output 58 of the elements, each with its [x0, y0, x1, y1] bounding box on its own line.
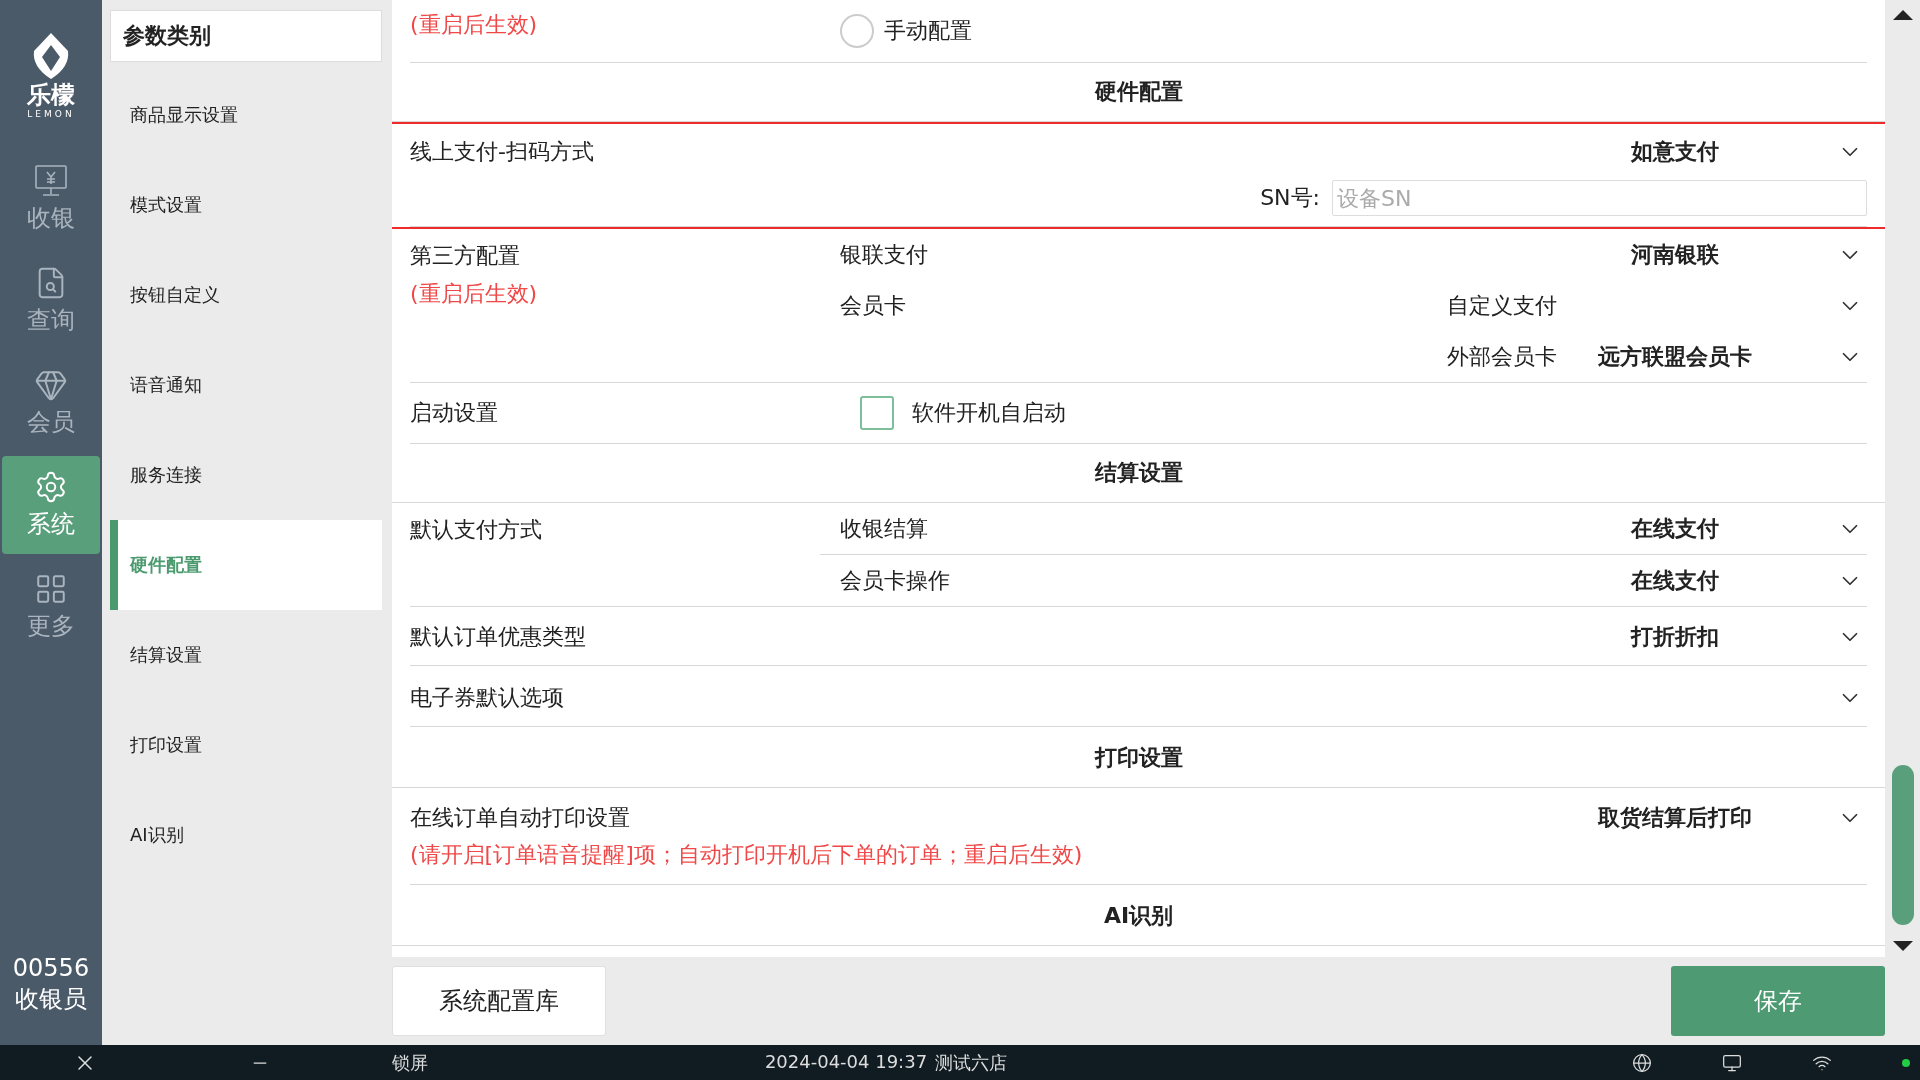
settings-icon: [34, 470, 68, 504]
option-label: 自定义支付: [1447, 291, 1557, 320]
lock-screen-button[interactable]: 锁屏: [392, 1050, 428, 1075]
sub-setting-label: 会员卡操作: [840, 566, 950, 595]
store-name: 测试六店: [935, 1050, 1008, 1075]
grid-icon: [34, 572, 68, 606]
radio-label: 手动配置: [884, 17, 972, 45]
date-time: 2024-04-04 19:37: [764, 1050, 928, 1074]
setting-label: 电子券默认选项: [410, 684, 565, 712]
logo-text: 乐檬: [27, 83, 75, 107]
setting-label: 默认支付方式: [410, 516, 543, 544]
radio-button[interactable]: [840, 14, 874, 48]
sub-setting-label: 收银结算: [840, 514, 928, 543]
scrollbar-thumb[interactable]: [1891, 765, 1914, 925]
category-item[interactable]: 语音通知: [110, 340, 382, 430]
category-item[interactable]: 模式设置: [110, 160, 382, 250]
section-header: 硬件配置: [1094, 78, 1183, 106]
setting-label: 在线订单自动打印设置: [410, 804, 631, 832]
category-item[interactable]: 服务连接: [110, 430, 382, 520]
restart-note: (重启后生效): [410, 280, 539, 308]
section-header: 打印设置: [1094, 744, 1183, 772]
section-header: 结算设置: [1094, 459, 1183, 487]
dropdown-value[interactable]: 在线支付: [1631, 513, 1719, 544]
monitor-icon[interactable]: [1722, 1052, 1742, 1073]
dropdown-value[interactable]: 在线支付: [1631, 565, 1719, 596]
config-library-button[interactable]: 系统配置库: [392, 966, 606, 1036]
dropdown-value[interactable]: 如意支付: [1631, 137, 1719, 167]
sub-setting-label: 会员卡: [840, 291, 906, 320]
setting-label: 第三方配置: [410, 242, 521, 270]
sn-input-field[interactable]: 设备SN: [1332, 180, 1867, 216]
checkbox[interactable]: [860, 396, 894, 430]
status-dot: [1902, 1058, 1910, 1067]
cash-register-icon: [33, 164, 69, 198]
category-item[interactable]: AI识别: [110, 790, 382, 880]
category-item[interactable]: 打印设置: [110, 700, 382, 790]
sn-label: SN号:: [1260, 184, 1320, 212]
logo-subtext: LEMON: [27, 109, 75, 119]
user-id: 00556: [12, 952, 90, 984]
dropdown-value[interactable]: 远方联盟会员卡: [1598, 341, 1752, 372]
dropdown-value[interactable]: 取货结算后打印: [1598, 803, 1752, 833]
option-label: 外部会员卡: [1447, 342, 1557, 371]
restart-note: (重启后生效): [410, 11, 539, 39]
setting-label: 默认订单优惠类型: [410, 623, 587, 651]
dropdown-value[interactable]: 打折折扣: [1631, 622, 1719, 652]
print-note: (请开启[订单语音提醒]项；自动打印开机后下单的订单；重启后生效): [410, 842, 1083, 867]
checkbox-label: 软件开机自启动: [912, 399, 1066, 427]
globe-icon[interactable]: [1632, 1052, 1652, 1073]
sub-setting-label: 银联支付: [840, 240, 928, 269]
category-item[interactable]: 按钮自定义: [110, 250, 382, 340]
section-header: AI识别: [1103, 902, 1174, 930]
category-item[interactable]: 商品显示设置: [110, 70, 382, 160]
category-item[interactable]: 结算设置: [110, 610, 382, 700]
category-title: 参数类别: [110, 10, 382, 62]
user-role: 收银员: [15, 983, 87, 1015]
diamond-icon: [34, 368, 68, 402]
dropdown-value[interactable]: 河南银联: [1631, 239, 1719, 270]
setting-label: 启动设置: [410, 399, 499, 427]
setting-label: 线上支付-扫码方式: [410, 138, 595, 166]
